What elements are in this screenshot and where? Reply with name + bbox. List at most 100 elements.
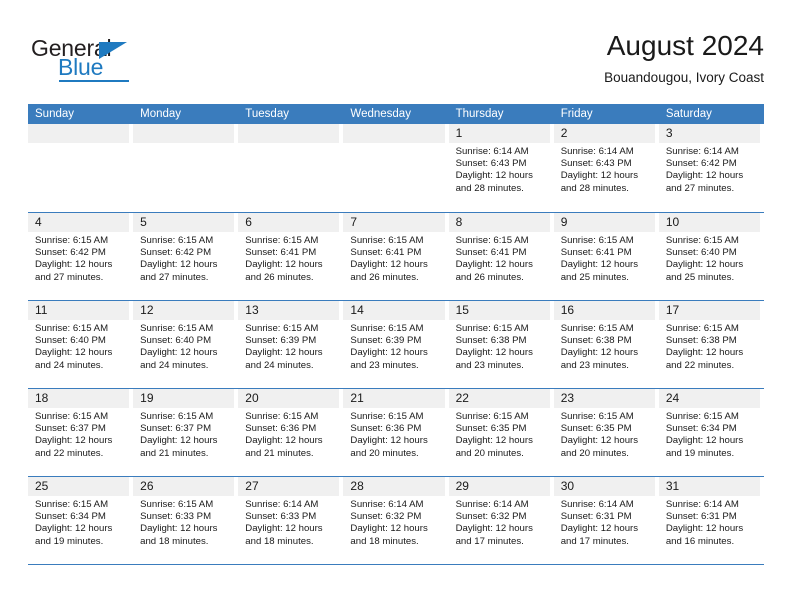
day-info-sunset: Sunset: 6:37 PM (140, 423, 212, 435)
day-cell[interactable]: 13 Sunrise: 6:15 AM Sunset: 6:39 PM Dayligh… (238, 301, 343, 388)
day-cell[interactable]: 11 Sunrise: 6:15 AM Sunset: 6:40 PM Dayligh… (28, 301, 133, 388)
day-info-daylight2: and 28 minutes. (455, 182, 524, 194)
day-info-daylight1: Daylight: 12 hours (455, 523, 533, 535)
day-info-sunrise: Sunrise: 6:15 AM (560, 323, 634, 334)
day-sun-info: Sunrise: 6:15 AM Sunset: 6:40 PM Daylight:… (659, 232, 760, 284)
day-info-daylight1: Daylight: 12 hours (245, 523, 323, 535)
day-cell[interactable]: 14 Sunrise: 6:15 AM Sunset: 6:39 PM Dayligh… (343, 301, 448, 388)
day-number: 28 (343, 477, 445, 496)
day-info-daylight2: and 19 minutes. (665, 447, 735, 459)
day-cell[interactable]: 4 Sunrise: 6:15 AM Sunset: 6:42 PM Daylight… (28, 213, 133, 300)
day-info-daylight2: and 23 minutes. (560, 359, 629, 371)
day-cell[interactable]: 23 Sunrise: 6:15 AM Sunset: 6:35 PM Dayligh… (553, 389, 659, 476)
day-cell[interactable]: 28 Sunrise: 6:14 AM Sunset: 6:32 PM Dayligh… (343, 477, 448, 564)
day-info-daylight1: Daylight: 12 hours (560, 523, 639, 535)
day-sun-info: Sunrise: 6:15 AM Sunset: 6:34 PM Daylight:… (659, 408, 760, 460)
day-info-sunrise: Sunrise: 6:15 AM (350, 235, 424, 246)
day-cell[interactable]: 31 Sunrise: 6:14 AM Sunset: 6:31 PM Dayligh… (658, 477, 764, 564)
title-block: August 2024 Bouandougou, Ivory Coast (604, 28, 764, 88)
day-cell[interactable]: 19 Sunrise: 6:15 AM Sunset: 6:37 PM Dayligh… (133, 389, 238, 476)
day-cell[interactable]: 20 Sunrise: 6:15 AM Sunset: 6:36 PM Dayligh… (238, 389, 343, 476)
day-info-sunrise: Sunrise: 6:15 AM (140, 323, 214, 334)
day-cell[interactable]: 22 Sunrise: 6:15 AM Sunset: 6:35 PM Dayligh… (448, 389, 554, 476)
day-cell[interactable]: 24 Sunrise: 6:15 AM Sunset: 6:34 PM Dayligh… (658, 389, 764, 476)
day-info-daylight2: and 18 minutes. (245, 535, 314, 547)
day-info-sunset: Sunset: 6:40 PM (35, 335, 106, 347)
day-info-sunset: Sunset: 6:43 PM (455, 158, 527, 170)
day-cell[interactable]: 21 Sunrise: 6:15 AM Sunset: 6:36 PM Dayligh… (343, 389, 448, 476)
day-number: 26 (133, 477, 235, 496)
day-info-sunset: Sunset: 6:38 PM (455, 335, 527, 347)
day-sun-info: Sunrise: 6:14 AM Sunset: 6:32 PM Daylight:… (343, 496, 444, 548)
day-cell[interactable]: 27 Sunrise: 6:14 AM Sunset: 6:33 PM Dayligh… (238, 477, 343, 564)
day-cell[interactable]: 2 Sunrise: 6:14 AM Sunset: 6:43 PM Daylight… (553, 124, 659, 212)
day-cell[interactable]: 1 Sunrise: 6:14 AM Sunset: 6:43 PM Daylight… (448, 124, 554, 212)
day-info-daylight1: Daylight: 12 hours (245, 435, 323, 447)
day-info-daylight1: Daylight: 12 hours (140, 523, 218, 535)
day-info-daylight1: Daylight: 12 hours (350, 259, 428, 271)
day-sun-info: Sunrise: 6:14 AM Sunset: 6:42 PM Daylight:… (659, 143, 760, 195)
day-info-sunrise: Sunrise: 6:15 AM (665, 235, 739, 246)
day-info-daylight2: and 23 minutes. (350, 359, 419, 371)
general-blue-logo[interactable]: General Blue (31, 35, 211, 91)
day-cell[interactable]: 8 Sunrise: 6:15 AM Sunset: 6:41 PM Daylight… (448, 213, 554, 300)
calendar-week-row: 1 Sunrise: 6:14 AM Sunset: 6:43 PM Daylight… (28, 124, 764, 212)
day-number: 9 (553, 213, 655, 232)
day-info-daylight1: Daylight: 12 hours (35, 347, 113, 359)
day-sun-info (343, 143, 444, 146)
day-sun-info: Sunrise: 6:15 AM Sunset: 6:41 PM Daylight:… (238, 232, 339, 284)
day-info-daylight1: Daylight: 12 hours (350, 347, 428, 359)
day-info-sunset: Sunset: 6:42 PM (140, 247, 212, 259)
day-info-daylight1: Daylight: 12 hours (455, 347, 533, 359)
day-sun-info: Sunrise: 6:15 AM Sunset: 6:41 PM Daylight:… (554, 232, 655, 284)
day-cell[interactable]: 30 Sunrise: 6:14 AM Sunset: 6:31 PM Dayligh… (553, 477, 659, 564)
calendar-week-row: 11 Sunrise: 6:15 AM Sunset: 6:40 PM Dayligh… (28, 300, 764, 388)
day-sun-info: Sunrise: 6:14 AM Sunset: 6:43 PM Daylight:… (554, 143, 655, 195)
day-info-daylight1: Daylight: 12 hours (350, 435, 428, 447)
page-title: August 2024 (606, 30, 764, 61)
day-cell[interactable]: 15 Sunrise: 6:15 AM Sunset: 6:38 PM Dayligh… (448, 301, 554, 388)
day-info-sunrise: Sunrise: 6:15 AM (245, 411, 319, 422)
day-number: 15 (448, 301, 550, 320)
day-info-daylight1: Daylight: 12 hours (35, 435, 113, 447)
day-sun-info: Sunrise: 6:15 AM Sunset: 6:41 PM Daylight:… (343, 232, 444, 284)
day-info-daylight2: and 28 minutes. (560, 182, 629, 194)
day-info-sunset: Sunset: 6:31 PM (665, 511, 737, 523)
day-cell[interactable]: 3 Sunrise: 6:14 AM Sunset: 6:42 PM Daylight… (658, 124, 764, 212)
day-cell[interactable]: 29 Sunrise: 6:14 AM Sunset: 6:32 PM Dayligh… (448, 477, 554, 564)
day-cell[interactable]: 5 Sunrise: 6:15 AM Sunset: 6:42 PM Daylight… (133, 213, 238, 300)
day-cell[interactable]: 7 Sunrise: 6:15 AM Sunset: 6:41 PM Daylight… (343, 213, 448, 300)
day-info-sunset: Sunset: 6:33 PM (140, 511, 212, 523)
day-sun-info: Sunrise: 6:14 AM Sunset: 6:31 PM Daylight:… (659, 496, 760, 548)
day-cell[interactable]: 16 Sunrise: 6:15 AM Sunset: 6:38 PM Dayligh… (553, 301, 659, 388)
day-number: 22 (448, 389, 550, 408)
day-number (28, 124, 130, 143)
day-info-daylight1: Daylight: 12 hours (35, 523, 113, 535)
day-sun-info: Sunrise: 6:15 AM Sunset: 6:38 PM Daylight:… (449, 320, 550, 372)
day-cell[interactable]: 12 Sunrise: 6:15 AM Sunset: 6:40 PM Dayligh… (133, 301, 238, 388)
day-sun-info: Sunrise: 6:15 AM Sunset: 6:40 PM Daylight:… (133, 320, 234, 372)
day-info-daylight2: and 24 minutes. (140, 359, 209, 371)
day-sun-info: Sunrise: 6:15 AM Sunset: 6:37 PM Daylight:… (133, 408, 234, 460)
day-info-daylight2: and 22 minutes. (665, 359, 735, 371)
day-info-sunrise: Sunrise: 6:15 AM (455, 411, 529, 422)
day-info-sunrise: Sunrise: 6:15 AM (35, 323, 109, 334)
day-cell[interactable]: 10 Sunrise: 6:15 AM Sunset: 6:40 PM Dayligh… (658, 213, 764, 300)
day-info-daylight2: and 24 minutes. (35, 359, 104, 371)
day-cell[interactable]: 18 Sunrise: 6:15 AM Sunset: 6:37 PM Dayligh… (28, 389, 133, 476)
day-info-daylight1: Daylight: 12 hours (560, 347, 639, 359)
day-info-daylight1: Daylight: 12 hours (140, 259, 218, 271)
day-number: 2 (553, 124, 655, 143)
day-number: 7 (343, 213, 445, 232)
day-cell[interactable]: 17 Sunrise: 6:15 AM Sunset: 6:38 PM Dayligh… (658, 301, 764, 388)
day-cell[interactable]: 9 Sunrise: 6:15 AM Sunset: 6:41 PM Daylight… (553, 213, 659, 300)
page-subtitle: Bouandougou, Ivory Coast (604, 70, 764, 85)
day-sun-info: Sunrise: 6:15 AM Sunset: 6:39 PM Daylight:… (343, 320, 444, 372)
day-info-sunset: Sunset: 6:43 PM (560, 158, 632, 170)
page-header: General Blue August 2024 Bouandougou, Iv… (28, 28, 764, 98)
day-info-daylight2: and 21 minutes. (245, 447, 314, 459)
day-cell[interactable]: 6 Sunrise: 6:15 AM Sunset: 6:41 PM Daylight… (238, 213, 343, 300)
day-cell[interactable]: 26 Sunrise: 6:15 AM Sunset: 6:33 PM Dayligh… (133, 477, 238, 564)
day-info-daylight2: and 18 minutes. (140, 535, 209, 547)
day-cell[interactable]: 25 Sunrise: 6:15 AM Sunset: 6:34 PM Dayligh… (28, 477, 133, 564)
